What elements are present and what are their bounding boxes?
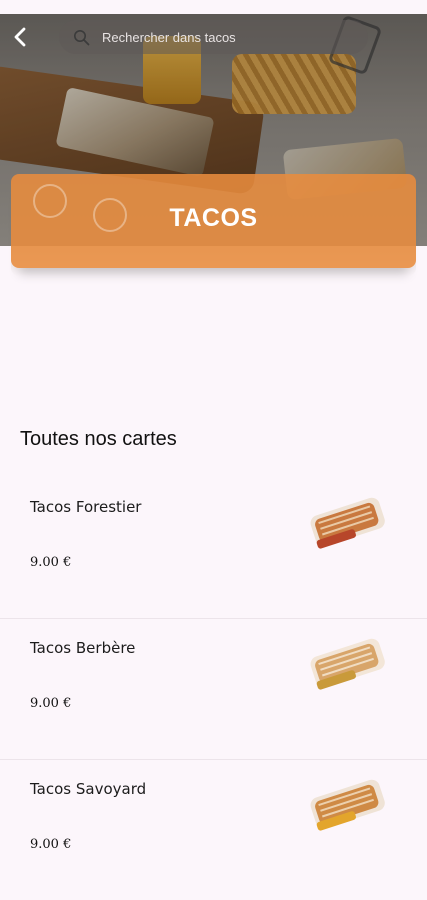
menu-item-price: 9.00 € [30,837,72,852]
menu-item-price: 9.00 € [30,555,72,570]
menu-item-price: 9.00 € [30,696,72,711]
status-bar [0,0,427,14]
menu-item-name: Tacos Berbère [30,639,136,657]
search-placeholder: Rechercher dans tacos [102,29,236,45]
menu-item-name: Tacos Savoyard [30,780,147,798]
menu-item-name: Tacos Forestier [30,498,142,516]
menu-item[interactable]: Tacos Savoyard 9.00 € [0,760,427,900]
category-banner: TACOS [11,174,416,268]
menu-item[interactable]: Tacos Forestier 9.00 € [0,478,427,619]
search-input[interactable]: Rechercher dans tacos [59,20,368,54]
menu-item[interactable]: Tacos Berbère 9.00 € [0,619,427,760]
category-title: TACOS [169,204,258,232]
tacos-image [310,638,385,690]
search-icon [74,29,90,45]
tacos-image [310,497,385,549]
chevron-left-icon [14,27,26,47]
tacos-image [310,779,385,831]
back-button[interactable] [6,22,36,52]
section-title: Toutes nos cartes [20,428,177,450]
